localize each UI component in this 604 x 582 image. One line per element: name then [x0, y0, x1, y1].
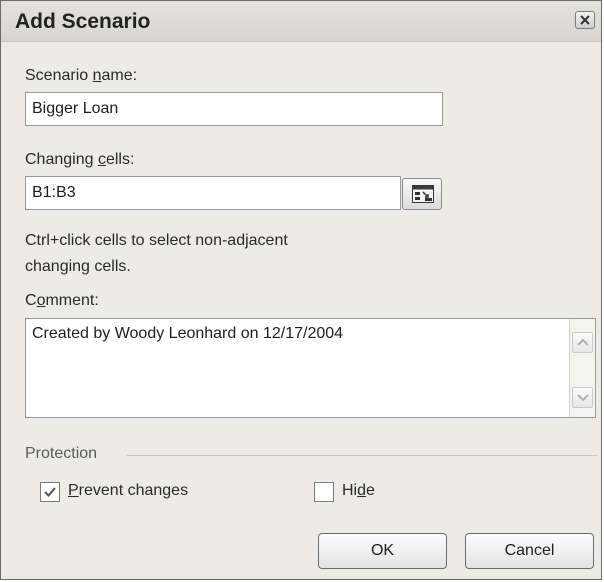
ok-button[interactable]: OK	[318, 533, 447, 569]
prevent-changes-label[interactable]: Prevent changes	[68, 482, 188, 500]
hide-label[interactable]: Hide	[342, 482, 375, 500]
comment-scrollbar[interactable]	[569, 319, 595, 417]
add-scenario-dialog: Add Scenario Scenario name: Bigger Loan …	[0, 0, 602, 580]
hint-line-1: Ctrl+click cells to select non-adjacent	[25, 232, 288, 249]
comment-text: Created by Woody Leonhard on 12/17/2004	[32, 325, 344, 342]
title-bar[interactable]: Add Scenario	[1, 1, 601, 42]
chevron-up-icon	[577, 338, 589, 346]
changing-cells-label: Changing cells:	[25, 151, 135, 168]
dialog-title: Add Scenario	[15, 10, 151, 33]
prevent-changes-checkbox[interactable]	[40, 482, 60, 502]
hide-checkbox[interactable]	[314, 482, 334, 502]
scenario-name-label: Scenario name:	[25, 67, 138, 84]
close-icon	[580, 15, 590, 25]
hint-line-2: changing cells.	[25, 258, 131, 275]
close-button[interactable]	[575, 11, 595, 29]
scenario-name-input[interactable]: Bigger Loan	[25, 92, 443, 126]
protection-group-label: Protection	[25, 445, 98, 462]
range-select-icon	[412, 185, 434, 203]
scroll-up-button[interactable]	[572, 332, 593, 353]
scroll-down-button[interactable]	[572, 387, 593, 408]
cancel-button[interactable]: Cancel	[465, 533, 594, 569]
chevron-down-icon	[577, 394, 589, 402]
protection-divider	[127, 455, 597, 456]
comment-label: Comment:	[25, 292, 99, 309]
checkmark-icon	[44, 487, 56, 497]
collapse-dialog-button[interactable]	[402, 178, 442, 210]
changing-cells-input[interactable]: B1:B3	[25, 176, 401, 210]
comment-textarea[interactable]: Created by Woody Leonhard on 12/17/2004	[25, 318, 596, 418]
